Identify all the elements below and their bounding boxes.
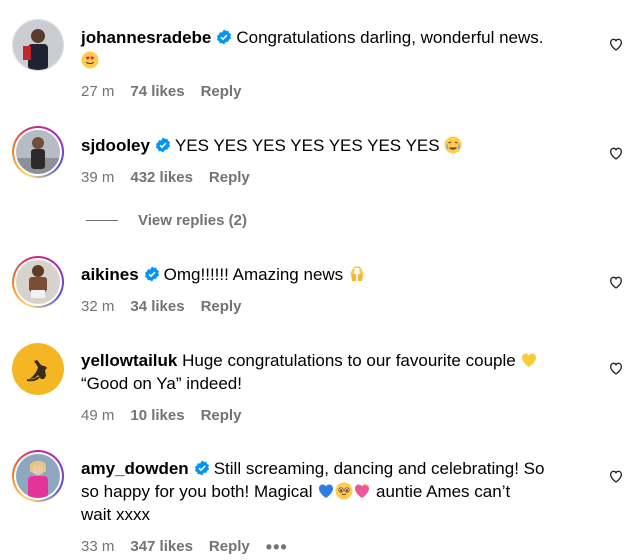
comment-meta: 33 m 347 likes Reply •••	[81, 538, 288, 556]
more-options-icon[interactable]: •••	[266, 538, 288, 556]
username[interactable]: amy_dowden	[81, 459, 189, 478]
like-heart-icon[interactable]	[608, 468, 624, 484]
likes-count[interactable]: 10 likes	[130, 407, 184, 424]
pleading-face-emoji	[335, 482, 353, 500]
username[interactable]: yellowtailuk	[81, 351, 177, 370]
avatar[interactable]	[12, 19, 64, 71]
like-heart-icon[interactable]	[608, 36, 624, 52]
verified-icon	[217, 29, 232, 45]
reply-button[interactable]: Reply	[209, 169, 250, 186]
reply-button[interactable]: Reply	[201, 298, 242, 315]
likes-count[interactable]: 74 likes	[130, 83, 184, 100]
comment-text: sjdooley YES YES YES YES YES YES YES	[81, 134, 591, 157]
reply-button[interactable]: Reply	[209, 538, 250, 555]
comment-meta: 32 m 34 likes Reply	[81, 298, 241, 315]
comment-text: johannesradebe Congratulations darling, w…	[81, 26, 591, 72]
username[interactable]: aikines	[81, 265, 139, 284]
timestamp: 33 m	[81, 538, 115, 555]
comment-body: Omg!!!!!! Amazing news	[163, 265, 344, 284]
comment-meta: 49 m 10 likes Reply	[81, 407, 241, 424]
like-heart-icon[interactable]	[608, 360, 624, 376]
like-heart-icon[interactable]	[608, 274, 624, 290]
comment-meta: 39 m 432 likes Reply	[81, 169, 250, 186]
reply-button[interactable]: Reply	[201, 83, 242, 100]
comment-body-line2b: auntie Ames can’t	[376, 482, 511, 501]
verified-icon	[144, 266, 159, 282]
avatar[interactable]	[12, 343, 64, 395]
comment-body: Congratulations darling, wonderful news.	[236, 28, 544, 47]
comment-body: YES YES YES YES YES YES YES	[174, 136, 440, 155]
avatar[interactable]	[12, 256, 64, 308]
likes-count[interactable]: 432 likes	[130, 169, 193, 186]
yellow-heart-emoji	[520, 351, 538, 369]
comment-body-line1: Still screaming, dancing and celebrating…	[213, 459, 545, 478]
comment-body-line2a: so happy for you both! Magical	[81, 482, 313, 501]
timestamp: 39 m	[81, 169, 115, 186]
verified-icon	[194, 460, 209, 476]
username[interactable]: sjdooley	[81, 136, 150, 155]
avatar[interactable]	[12, 450, 64, 502]
crying-emoji	[444, 136, 462, 154]
divider-line	[86, 220, 118, 221]
view-replies-button[interactable]: View replies (2)	[86, 212, 247, 229]
comment-text: yellowtailuk Huge congratulations to our…	[81, 349, 591, 395]
heart-eyes-emoji	[81, 51, 99, 69]
like-heart-icon[interactable]	[608, 145, 624, 161]
username[interactable]: johannesradebe	[81, 28, 211, 47]
sparkling-heart-emoji	[353, 482, 371, 500]
timestamp: 49 m	[81, 407, 115, 424]
comment-text: aikines Omg!!!!!! Amazing news	[81, 263, 591, 286]
likes-count[interactable]: 34 likes	[130, 298, 184, 315]
raised-hands-emoji	[348, 265, 366, 283]
blue-heart-emoji	[317, 482, 335, 500]
view-replies-label[interactable]: View replies (2)	[138, 212, 247, 229]
reply-button[interactable]: Reply	[201, 407, 242, 424]
timestamp: 32 m	[81, 298, 115, 315]
comment-text: amy_dowden Still screaming, dancing and c…	[81, 457, 591, 526]
timestamp: 27 m	[81, 83, 115, 100]
likes-count[interactable]: 347 likes	[130, 538, 193, 555]
verified-icon	[155, 137, 170, 153]
comment-meta: 27 m 74 likes Reply	[81, 83, 241, 100]
avatar[interactable]	[12, 126, 64, 178]
comment-body-line1: Huge congratulations to our favourite co…	[182, 351, 516, 370]
comment-body-line2: “Good on Ya” indeed!	[81, 374, 242, 393]
comment-body-line3: wait xxxx	[81, 505, 150, 524]
